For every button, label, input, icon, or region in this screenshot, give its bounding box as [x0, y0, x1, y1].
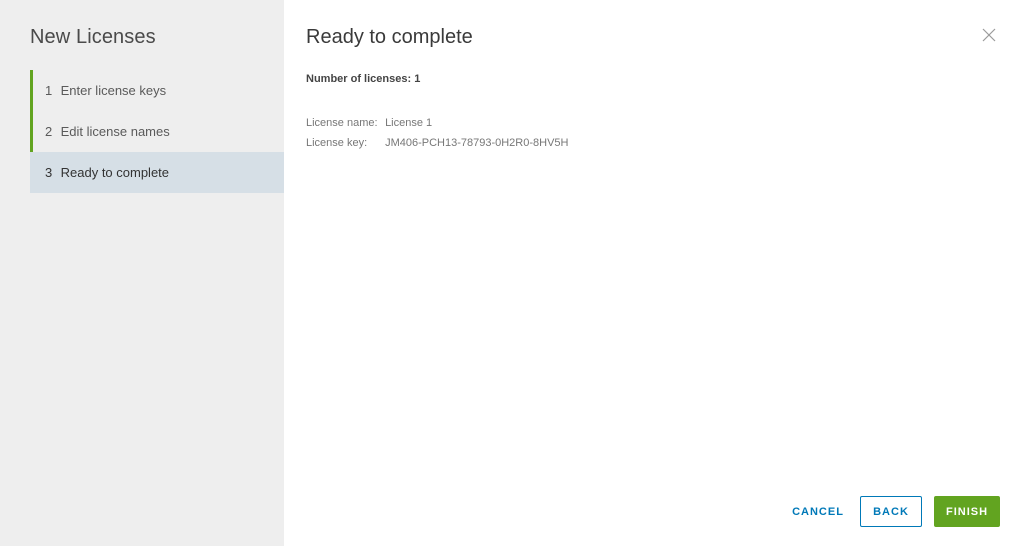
cancel-button[interactable]: CANCEL	[784, 496, 852, 527]
license-key-value: JM406-PCH13-78793-0H2R0-8HV5H	[385, 137, 569, 149]
finish-button[interactable]: FINISH	[934, 496, 1000, 527]
wizard-title: New Licenses	[30, 26, 156, 48]
step-number: 2	[45, 124, 53, 139]
license-name-row: License name: License 1	[306, 113, 568, 133]
step-edit-license-names[interactable]: 2 Edit license names	[30, 111, 284, 152]
wizard-sidebar: New Licenses 1 Enter license keys 2 Edit…	[0, 0, 284, 546]
step-number: 1	[45, 83, 53, 98]
wizard-steps: 1 Enter license keys 2 Edit license name…	[30, 70, 284, 193]
page-title: Ready to complete	[306, 26, 473, 48]
wizard-footer: CANCEL BACK FINISH	[784, 496, 1000, 527]
new-licenses-wizard: New Licenses 1 Enter license keys 2 Edit…	[0, 0, 1012, 546]
wizard-content: Ready to complete Number of licenses: 1 …	[284, 0, 1012, 546]
license-name-value: License 1	[385, 117, 433, 129]
step-ready-to-complete[interactable]: 3 Ready to complete	[30, 152, 284, 193]
step-enter-license-keys[interactable]: 1 Enter license keys	[30, 70, 284, 111]
license-key-label: License key:	[306, 137, 368, 149]
license-details: License name: License 1 License key: JM4…	[306, 113, 568, 153]
back-button[interactable]: BACK	[860, 496, 922, 527]
step-label: Enter license keys	[60, 83, 167, 98]
license-name-label: License name:	[306, 117, 378, 129]
license-count: Number of licenses: 1	[306, 73, 421, 85]
close-button[interactable]	[980, 26, 998, 44]
close-icon	[982, 28, 996, 42]
step-label: Edit license names	[60, 124, 170, 139]
step-number: 3	[45, 165, 53, 180]
license-key-row: License key: JM406-PCH13-78793-0H2R0-8HV…	[306, 133, 568, 153]
step-label: Ready to complete	[60, 165, 170, 180]
